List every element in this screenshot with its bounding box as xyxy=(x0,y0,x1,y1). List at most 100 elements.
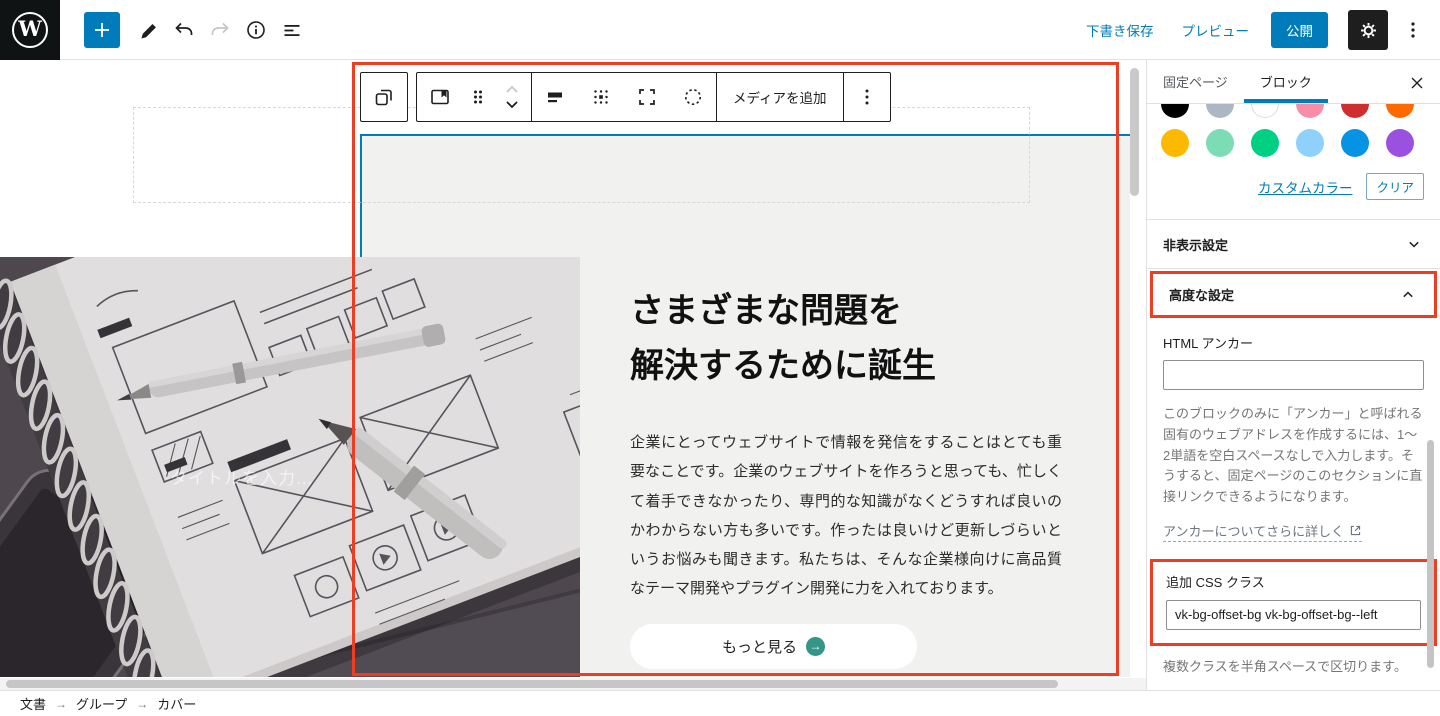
editor-canvas: さまざまな問題を 解決するために誕生 企業にとってウェブサイトで情報を発信をする… xyxy=(0,60,1146,690)
duotone-filter-button[interactable] xyxy=(670,73,716,121)
plus-icon xyxy=(91,19,113,41)
cover-block-icon xyxy=(428,85,452,109)
color-swatch[interactable] xyxy=(1296,104,1324,118)
anchor-help-text: このブロックのみに「アンカー」と呼ばれる固有のウェブアドレスを作成するには、1〜… xyxy=(1163,404,1424,508)
color-swatch[interactable] xyxy=(1296,129,1324,157)
cover-block-type-button[interactable] xyxy=(417,73,463,121)
block-mover[interactable] xyxy=(493,73,531,121)
undo-icon xyxy=(173,19,195,41)
drag-handle-icon xyxy=(468,85,488,109)
color-swatch[interactable] xyxy=(1161,129,1189,157)
custom-color-link[interactable]: カスタムカラー xyxy=(1258,177,1353,197)
breadcrumb-document[interactable]: 文書 xyxy=(20,694,46,713)
preview-button[interactable]: プレビュー xyxy=(1172,12,1260,48)
canvas-vertical-scrollbar[interactable] xyxy=(1130,68,1139,196)
color-palette-row-2 xyxy=(1161,129,1426,157)
color-swatch[interactable] xyxy=(1206,129,1234,157)
clear-color-button[interactable]: クリア xyxy=(1366,173,1424,200)
editor-top-bar: W 下書き保存 プレビュー 公開 xyxy=(0,0,1440,60)
add-block-button[interactable] xyxy=(84,12,120,48)
css-class-help-text: 複数クラスを半角スペースで区切ります。 xyxy=(1147,657,1440,678)
full-height-button[interactable] xyxy=(624,73,670,121)
kebab-menu-icon xyxy=(855,85,879,109)
advanced-settings-body: HTML アンカー このブロックのみに「アンカー」と呼ばれる固有のウェブアドレス… xyxy=(1147,318,1440,542)
anchor-learn-more-link[interactable]: アンカーについてさらに詳しく xyxy=(1163,521,1362,542)
block-options-button[interactable] xyxy=(844,73,890,121)
list-view-button[interactable] xyxy=(274,12,310,48)
undo-button[interactable] xyxy=(166,12,202,48)
wordpress-logo-icon: W xyxy=(12,12,48,48)
annotation-box-advanced-settings: 高度な設定 xyxy=(1150,271,1437,318)
redo-icon xyxy=(209,19,231,41)
html-anchor-input[interactable] xyxy=(1163,360,1424,390)
canvas-horizontal-scrollbar-track xyxy=(0,678,1146,690)
tools-button[interactable] xyxy=(130,12,166,48)
color-swatch[interactable] xyxy=(1161,104,1189,118)
settings-button[interactable] xyxy=(1348,10,1388,50)
drag-handle[interactable] xyxy=(463,73,493,121)
breadcrumb-group[interactable]: グループ xyxy=(76,694,127,713)
add-media-button[interactable]: メディアを追加 xyxy=(717,73,843,121)
hidden-settings-label: 非表示設定 xyxy=(1163,235,1228,254)
duotone-icon xyxy=(681,85,705,109)
save-draft-button[interactable]: 下書き保存 xyxy=(1076,12,1164,48)
settings-sidebar: 固定ページ ブロック カスタムカラー クリア 非表示設定 高度な設定 xyxy=(1146,60,1440,690)
tab-page[interactable]: 固定ページ xyxy=(1147,60,1244,103)
options-menu-button[interactable] xyxy=(1396,10,1430,50)
gear-icon xyxy=(1358,20,1379,41)
panel-advanced-settings[interactable]: 高度な設定 xyxy=(1153,274,1434,315)
redo-button[interactable] xyxy=(202,12,238,48)
close-sidebar-button[interactable] xyxy=(1404,70,1430,96)
breadcrumb-separator: → xyxy=(136,697,148,711)
cover-paragraph[interactable]: 企業にとってウェブサイトで情報を発信をすることはとても重要なことです。企業のウェ… xyxy=(630,428,1062,604)
kebab-menu-icon xyxy=(1402,19,1424,41)
close-icon xyxy=(1407,73,1427,93)
custom-color-row: カスタムカラー クリア xyxy=(1147,173,1440,200)
advanced-settings-label: 高度な設定 xyxy=(1169,285,1234,304)
chevron-down-icon xyxy=(1404,234,1424,254)
select-parent-block-button[interactable] xyxy=(361,73,407,121)
sidebar-scrollbar[interactable] xyxy=(1427,440,1434,668)
color-swatch[interactable] xyxy=(1341,104,1369,118)
color-swatch[interactable] xyxy=(1341,129,1369,157)
post-title-placeholder[interactable]: タイトルを入力... xyxy=(170,464,313,489)
wordpress-logo[interactable]: W xyxy=(0,0,60,60)
color-palette xyxy=(1147,104,1440,157)
select-parent-group xyxy=(360,72,408,122)
panel-hidden-settings[interactable]: 非表示設定 xyxy=(1147,220,1440,268)
external-link-icon xyxy=(1349,524,1362,537)
html-anchor-label: HTML アンカー xyxy=(1163,333,1424,352)
cover-heading-line1: さまざまな問題を xyxy=(630,284,1062,339)
arrow-right-icon: → xyxy=(806,637,825,656)
color-swatch[interactable] xyxy=(1251,129,1279,157)
block-breadcrumb: 文書 → グループ → カバー xyxy=(0,690,1440,716)
cover-inner-content: さまざまな問題を 解決するために誕生 企業にとってウェブサイトで情報を発信をする… xyxy=(630,284,1062,669)
cover-heading[interactable]: さまざまな問題を 解決するために誕生 xyxy=(630,284,1062,394)
list-view-icon xyxy=(281,19,303,41)
top-bar-actions: 下書き保存 プレビュー 公開 xyxy=(1076,0,1430,60)
publish-button[interactable]: 公開 xyxy=(1271,12,1328,48)
breadcrumb-cover[interactable]: カバー xyxy=(157,694,196,713)
css-class-label: 追加 CSS クラス xyxy=(1166,572,1421,591)
color-swatch[interactable] xyxy=(1251,104,1279,118)
pencil-icon xyxy=(137,19,159,41)
tab-block[interactable]: ブロック xyxy=(1244,60,1328,103)
wordpress-block-editor: W 下書き保存 プレビュー 公開 xyxy=(0,0,1440,716)
content-position-button[interactable] xyxy=(578,73,624,121)
info-icon xyxy=(245,19,267,41)
chevron-up-icon xyxy=(1398,285,1418,305)
details-button[interactable] xyxy=(238,12,274,48)
breadcrumb-separator: → xyxy=(55,697,67,711)
alignment-button[interactable] xyxy=(532,73,578,121)
css-class-input[interactable] xyxy=(1166,600,1421,630)
color-swatch[interactable] xyxy=(1386,129,1414,157)
more-button[interactable]: もっと見る → xyxy=(630,624,917,669)
more-button-label: もっと見る xyxy=(722,636,797,657)
color-palette-row-1 xyxy=(1161,104,1426,118)
move-up-down-icon xyxy=(502,77,522,117)
canvas-horizontal-scrollbar[interactable] xyxy=(6,680,1058,688)
full-height-icon xyxy=(635,85,659,109)
block-toolbar-main: メディアを追加 xyxy=(416,72,891,122)
color-swatch[interactable] xyxy=(1206,104,1234,118)
color-swatch[interactable] xyxy=(1386,104,1414,118)
